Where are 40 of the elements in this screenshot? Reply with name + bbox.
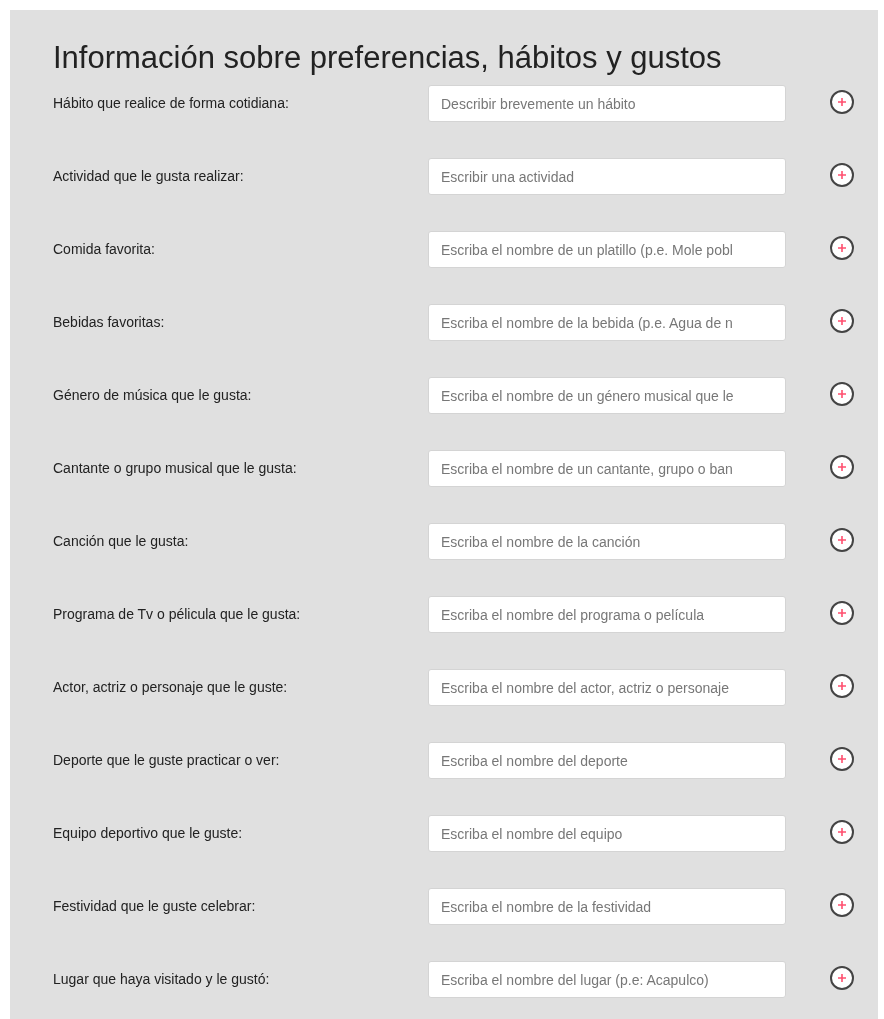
- add-icon[interactable]: [830, 746, 854, 771]
- input-field[interactable]: Escriba el nombre de un platillo (p.e. Mole pobl: [428, 231, 786, 268]
- input-field[interactable]: Describir brevemente un hábito: [428, 85, 786, 122]
- input-field[interactable]: Escriba el nombre de un género musical que le: [428, 377, 786, 414]
- field-label: Hábito que realice de forma cotidiana:: [53, 94, 290, 113]
- field-label: Lugar que haya visitado y le gustó:: [53, 970, 271, 989]
- add-icon[interactable]: [830, 308, 854, 333]
- add-icon[interactable]: [830, 673, 854, 698]
- add-icon[interactable]: [830, 965, 854, 990]
- input-field[interactable]: Escriba el nombre del actor, actriz o personaje: [428, 669, 786, 706]
- input-field[interactable]: Escriba el nombre de la festividad: [428, 888, 786, 925]
- add-icon[interactable]: [830, 454, 854, 479]
- field-label: Bebidas favoritas:: [53, 313, 166, 332]
- add-icon[interactable]: [830, 381, 854, 406]
- field-label: Género de música que le gusta:: [53, 386, 253, 405]
- field-label: Actor, actriz o personaje que le guste:: [53, 678, 289, 697]
- add-icon[interactable]: [830, 819, 854, 844]
- input-field[interactable]: Escriba el nombre del lugar (p.e: Acapulco): [428, 961, 786, 998]
- field-label: Comida favorita:: [53, 240, 156, 259]
- field-label: Canción que le gusta:: [53, 532, 190, 551]
- input-field[interactable]: Escriba el nombre de la canción: [428, 523, 786, 560]
- add-icon[interactable]: [830, 600, 854, 625]
- add-icon[interactable]: [830, 892, 854, 917]
- field-label: Deporte que le guste practicar o ver:: [53, 751, 281, 770]
- add-icon[interactable]: [830, 527, 854, 552]
- add-icon[interactable]: [830, 162, 854, 187]
- field-label: Actividad que le gusta realizar:: [53, 167, 245, 186]
- input-field[interactable]: Escriba el nombre del deporte: [428, 742, 786, 779]
- add-icon[interactable]: [830, 235, 854, 260]
- field-label: Equipo deportivo que le guste:: [53, 824, 244, 843]
- form-title: Información sobre preferencias, hábitos y gustos: [53, 40, 723, 76]
- field-label: Festividad que le guste celebrar:: [53, 897, 257, 916]
- field-label: Cantante o grupo musical que le gusta:: [53, 459, 298, 478]
- input-field[interactable]: Escriba el nombre del equipo: [428, 815, 786, 852]
- input-field[interactable]: Escriba el nombre de un cantante, grupo o ban: [428, 450, 786, 487]
- add-icon[interactable]: [830, 89, 854, 114]
- input-field[interactable]: Escriba el nombre del programa o película: [428, 596, 786, 633]
- input-field[interactable]: Escriba el nombre de la bebida (p.e. Agua de n: [428, 304, 786, 341]
- field-label: Programa de Tv o pélicula que le gusta:: [53, 605, 302, 624]
- input-field[interactable]: Escribir una actividad: [428, 158, 786, 195]
